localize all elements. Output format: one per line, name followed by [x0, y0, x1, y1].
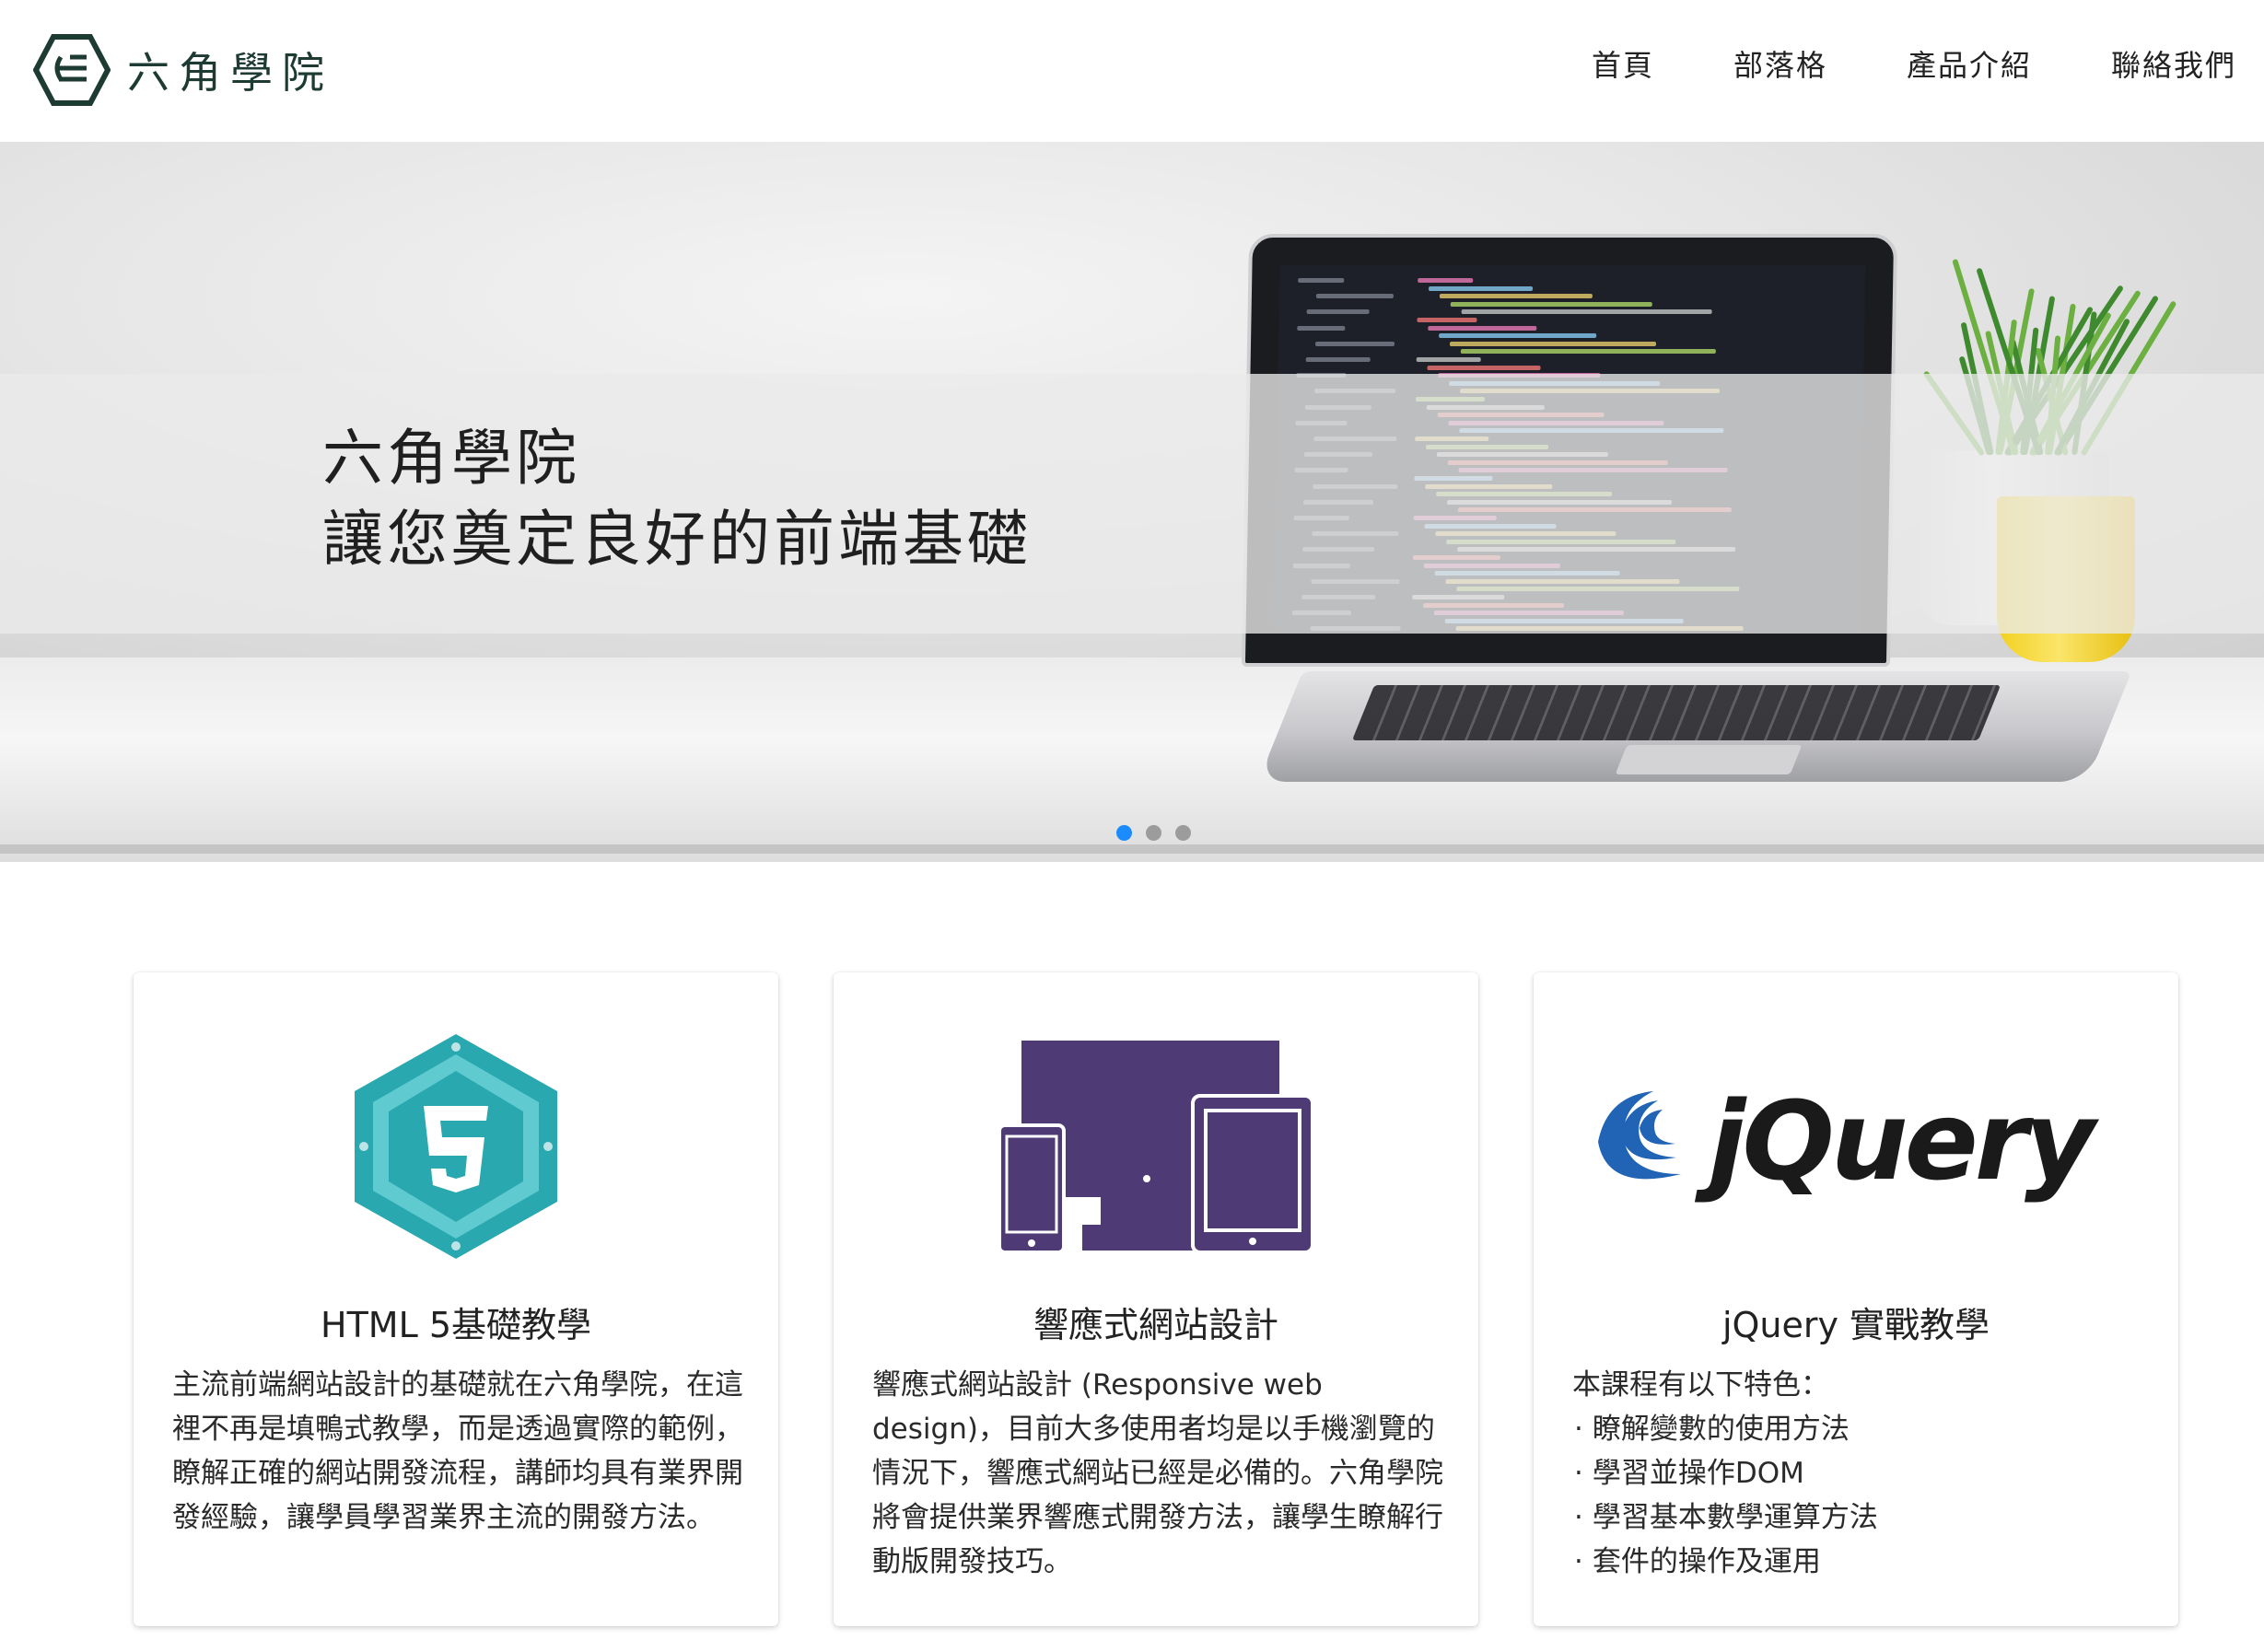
- code-line: [1416, 357, 1481, 362]
- carousel-dot-2[interactable]: [1146, 825, 1161, 841]
- site-logo[interactable]: 六角學院: [33, 33, 333, 107]
- code-line: [1439, 333, 1597, 339]
- list-item: 學習並操作DOM: [1572, 1451, 2143, 1495]
- code-line: [1427, 365, 1541, 370]
- file-tree-line: [1306, 309, 1370, 315]
- file-tree-line: [1314, 341, 1395, 346]
- card-image: [834, 1013, 1478, 1280]
- code-line: [1449, 341, 1657, 346]
- card-image: [134, 1013, 778, 1280]
- card-body: 響應式網站設計 (Responsive web design)，目前大多使用者均…: [872, 1368, 1443, 1578]
- list-item: 套件的操作及運用: [1572, 1540, 2143, 1584]
- jquery-logo-icon: jQuery: [1598, 1077, 2104, 1204]
- nav-home[interactable]: 首頁: [1592, 42, 1654, 85]
- hexagon-logo-icon: [33, 34, 111, 106]
- card-title: HTML 5基礎教學: [321, 1305, 591, 1345]
- card-body: 本課程有以下特色： 瞭解變數的使用方法 學習並操作DOM 學習基本數學運算方法 …: [1572, 1363, 2143, 1584]
- card-intro: 本課程有以下特色：: [1572, 1368, 1829, 1402]
- list-item: 瞭解變數的使用方法: [1572, 1407, 2143, 1451]
- responsive-devices-icon: [999, 1041, 1313, 1252]
- code-line: [1418, 278, 1474, 283]
- laptop-trackpad-image: [1615, 745, 1803, 774]
- code-line: [1460, 349, 1716, 355]
- list-item: 學習基本數學運算方法: [1572, 1495, 2143, 1540]
- course-card-responsive[interactable]: 響應式網站設計 響應式網站設計 (Responsive web design)，…: [834, 972, 1478, 1626]
- carousel-dot-1[interactable]: [1116, 825, 1132, 841]
- code-line: [1417, 318, 1477, 322]
- site-header: 六角學院 首頁 部落格 產品介紹 聯絡我們: [0, 0, 2264, 142]
- hero-caption: 六角學院 讓您奠定良好的前端基礎: [322, 418, 1032, 580]
- file-tree-line: [1305, 357, 1371, 362]
- file-tree-line: [1297, 325, 1346, 331]
- logo-text: 六角學院: [127, 48, 333, 98]
- file-tree-line: [1315, 294, 1394, 299]
- nav-blog[interactable]: 部落格: [1733, 42, 1827, 85]
- nav-products[interactable]: 產品介紹: [1907, 42, 2032, 85]
- code-line: [1429, 285, 1534, 291]
- code-line: [1461, 309, 1712, 315]
- nav-contact[interactable]: 聯絡我們: [2111, 42, 2236, 85]
- code-line: [1428, 325, 1537, 331]
- code-line: [1439, 294, 1593, 299]
- course-card-jquery[interactable]: jQuery jQuery 實戰教學 本課程有以下特色： 瞭解變數的使用方法 學…: [1534, 972, 2178, 1626]
- hero-table-edge: [0, 844, 2264, 854]
- code-line: [1450, 301, 1652, 307]
- main-nav: 首頁 部落格 產品介紹 聯絡我們: [1512, 42, 2236, 85]
- hero-caption-subtitle: 讓您奠定良好的前端基礎: [322, 504, 1032, 575]
- laptop-keyboard-image: [1351, 685, 2001, 740]
- card-title: 響應式網站設計: [1033, 1305, 1278, 1345]
- card-body: 主流前端網站設計的基礎就在六角學院，在這裡不再是填鴨式教學，而是透過實際的範例，…: [172, 1368, 743, 1534]
- course-card-html5[interactable]: HTML 5基礎教學 主流前端網站設計的基礎就在六角學院，在這裡不再是填鴨式教學…: [134, 972, 778, 1626]
- hero-caption-title: 六角學院: [322, 423, 580, 494]
- carousel-dot-3[interactable]: [1175, 825, 1191, 841]
- html5-icon: [355, 1034, 557, 1259]
- card-title: jQuery 實戰教學: [1721, 1305, 1990, 1345]
- carousel-indicators: [1116, 825, 1205, 841]
- feature-list: 瞭解變數的使用方法 學習並操作DOM 學習基本數學運算方法 套件的操作及運用: [1572, 1407, 2143, 1584]
- hero-carousel[interactable]: 六角學院 讓您奠定良好的前端基礎: [0, 142, 2264, 862]
- card-image: jQuery: [1534, 1013, 2178, 1280]
- file-tree-line: [1298, 278, 1345, 283]
- svg-text:jQuery: jQuery: [1694, 1077, 2100, 1204]
